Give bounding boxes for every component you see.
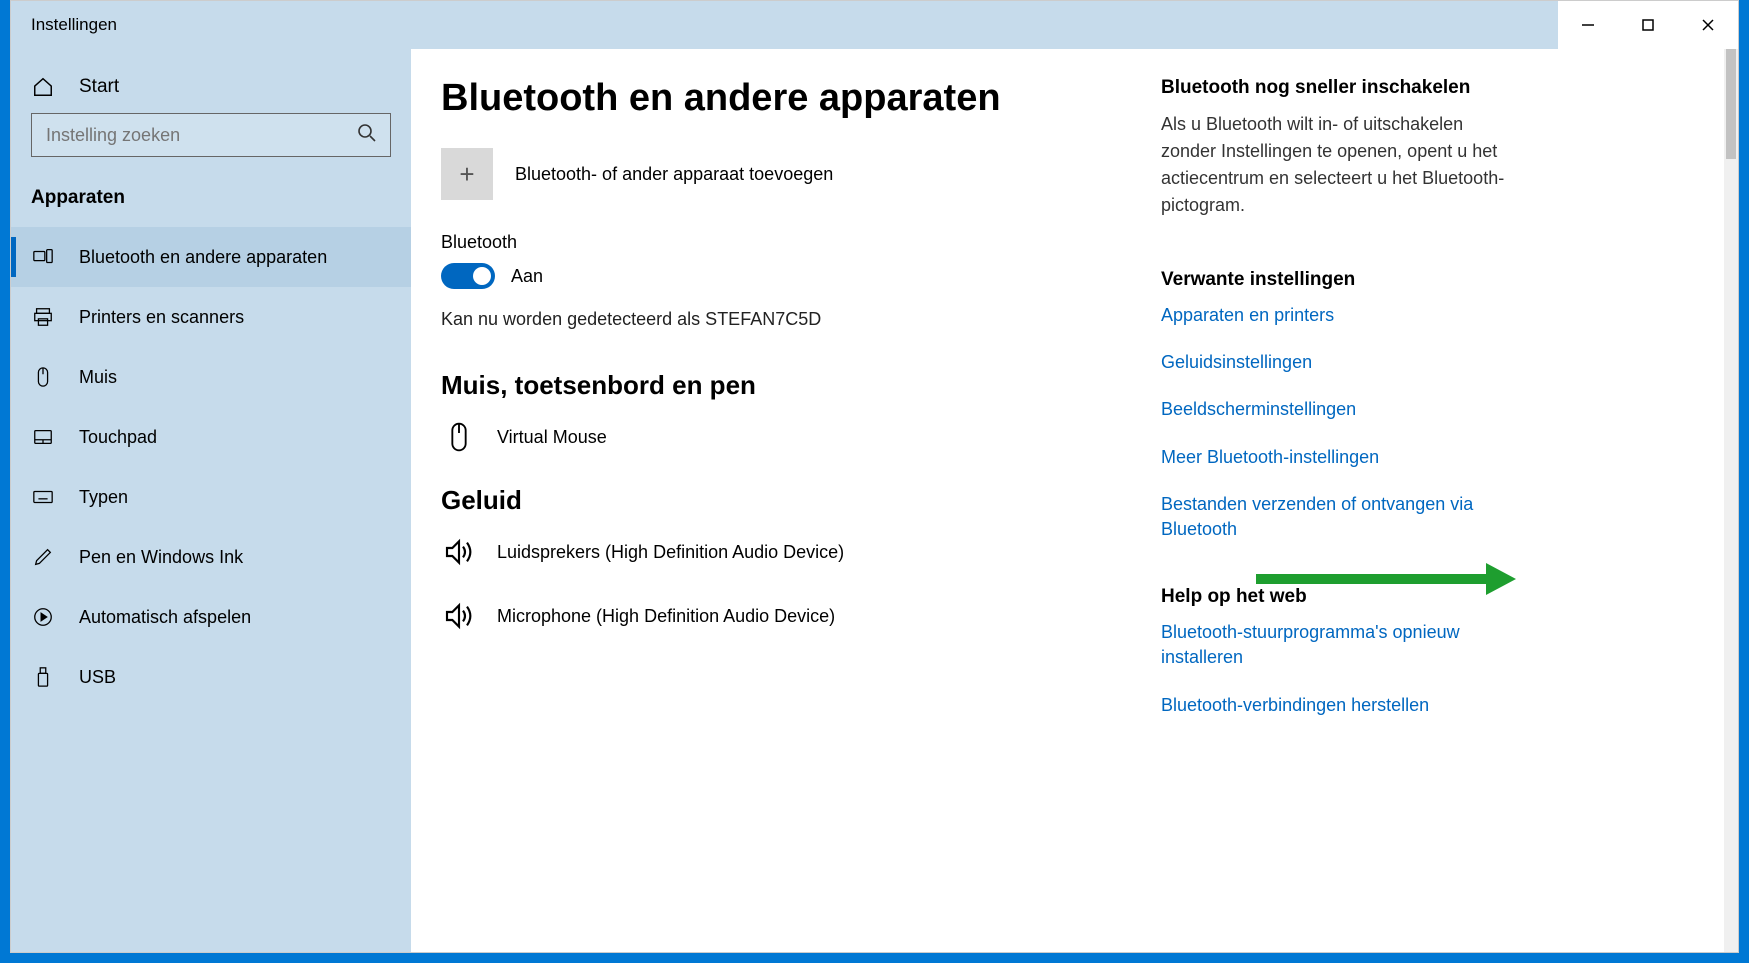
sidebar-item-label: USB [79, 667, 116, 688]
plus-icon: + [441, 148, 493, 200]
detect-status: Kan nu worden gedetecteerd als STEFAN7C5… [441, 309, 1141, 330]
search-wrap [11, 113, 411, 175]
device-virtual-mouse[interactable]: Virtual Mouse [441, 419, 1141, 455]
add-device-label: Bluetooth- of ander apparaat toevoegen [515, 164, 833, 185]
sidebar-item-autoplay[interactable]: Automatisch afspelen [11, 587, 411, 647]
home-icon [31, 75, 55, 99]
settings-window: Instellingen Start [10, 0, 1739, 953]
close-button[interactable] [1678, 1, 1738, 49]
sidebar-item-mouse[interactable]: Muis [11, 347, 411, 407]
sidebar-item-label: Muis [79, 367, 117, 388]
sidebar-item-label: Pen en Windows Ink [79, 547, 243, 568]
related-title: Verwante instellingen [1161, 269, 1511, 291]
autoplay-icon [31, 605, 55, 629]
speaker-icon [441, 598, 477, 634]
link-display-settings[interactable]: Beeldscherminstellingen [1161, 397, 1511, 422]
body: Start Apparaten Bluetooth en andere appa… [11, 49, 1738, 952]
link-fix-connections[interactable]: Bluetooth-verbindingen herstellen [1161, 693, 1511, 718]
mouse-icon [31, 365, 55, 389]
window-controls [1558, 1, 1738, 49]
sidebar-section-label: Apparaten [11, 175, 411, 227]
scrollbar[interactable] [1724, 49, 1738, 952]
sidebar-item-label: Printers en scanners [79, 307, 244, 328]
sidebar-item-label: Typen [79, 487, 128, 508]
group-mouse-title: Muis, toetsenbord en pen [441, 370, 1141, 401]
link-send-receive-bluetooth[interactable]: Bestanden verzenden of ontvangen via Blu… [1161, 492, 1511, 542]
printer-icon [31, 305, 55, 329]
tip-title: Bluetooth nog sneller inschakelen [1161, 77, 1511, 99]
sidebar-item-label: Bluetooth en andere apparaten [79, 247, 327, 268]
sidebar-item-pen[interactable]: Pen en Windows Ink [11, 527, 411, 587]
touchpad-icon [31, 425, 55, 449]
tip-body: Als u Bluetooth wilt in- of uitschakelen… [1161, 111, 1511, 219]
mouse-icon [441, 419, 477, 455]
search-input[interactable] [31, 113, 391, 157]
device-label: Luidsprekers (High Definition Audio Devi… [497, 542, 844, 563]
bluetooth-label: Bluetooth [441, 232, 1141, 253]
usb-icon [31, 665, 55, 689]
minimize-button[interactable] [1558, 1, 1618, 49]
window-title: Instellingen [31, 15, 117, 35]
link-more-bluetooth[interactable]: Meer Bluetooth-instellingen [1161, 445, 1511, 470]
link-reinstall-drivers[interactable]: Bluetooth-stuurprogramma's opnieuw insta… [1161, 620, 1511, 670]
device-label: Microphone (High Definition Audio Device… [497, 606, 835, 627]
sidebar-item-typing[interactable]: Typen [11, 467, 411, 527]
link-devices-printers[interactable]: Apparaten en printers [1161, 303, 1511, 328]
minimize-icon [1581, 18, 1595, 32]
help-title: Help op het web [1161, 586, 1511, 608]
page-title: Bluetooth en andere apparaten [441, 77, 1141, 120]
bluetooth-toggle[interactable] [441, 263, 495, 289]
sidebar-item-label: Touchpad [79, 427, 157, 448]
bluetooth-toggle-row: Aan [441, 263, 1141, 289]
devices-icon [31, 245, 55, 269]
add-device-button[interactable]: + Bluetooth- of ander apparaat toevoegen [441, 148, 1141, 200]
pen-icon [31, 545, 55, 569]
keyboard-icon [31, 485, 55, 509]
sidebar-item-usb[interactable]: USB [11, 647, 411, 707]
titlebar: Instellingen [11, 1, 1738, 49]
device-label: Virtual Mouse [497, 427, 607, 448]
sidebar-item-printers[interactable]: Printers en scanners [11, 287, 411, 347]
maximize-icon [1641, 18, 1655, 32]
group-audio-title: Geluid [441, 485, 1141, 516]
main-column: Bluetooth en andere apparaten + Bluetoot… [441, 77, 1141, 952]
related-settings: Verwante instellingen Apparaten en print… [1161, 269, 1511, 542]
sidebar: Start Apparaten Bluetooth en andere appa… [11, 49, 411, 952]
device-speakers[interactable]: Luidsprekers (High Definition Audio Devi… [441, 534, 1141, 570]
sidebar-item-label: Automatisch afspelen [79, 607, 251, 628]
close-icon [1701, 18, 1715, 32]
link-sound-settings[interactable]: Geluidsinstellingen [1161, 350, 1511, 375]
speaker-icon [441, 534, 477, 570]
aside-column: Bluetooth nog sneller inschakelen Als u … [1161, 77, 1511, 952]
scrollbar-thumb[interactable] [1726, 49, 1736, 159]
sidebar-item-touchpad[interactable]: Touchpad [11, 407, 411, 467]
home-label: Start [79, 76, 119, 98]
home-button[interactable]: Start [11, 61, 411, 113]
search-icon [357, 123, 377, 143]
maximize-button[interactable] [1618, 1, 1678, 49]
sidebar-item-bluetooth[interactable]: Bluetooth en andere apparaten [11, 227, 411, 287]
content: Bluetooth en andere apparaten + Bluetoot… [411, 49, 1738, 952]
bluetooth-toggle-state: Aan [511, 266, 543, 287]
device-microphone[interactable]: Microphone (High Definition Audio Device… [441, 598, 1141, 634]
